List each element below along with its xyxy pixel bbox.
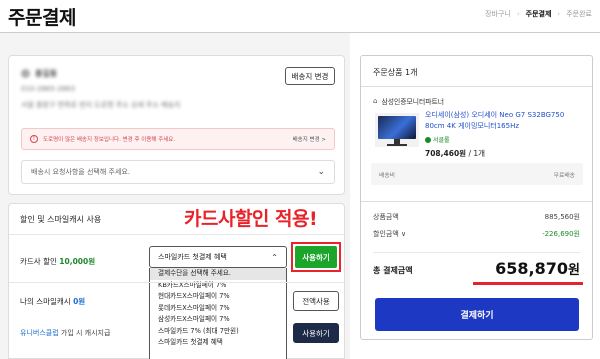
dropdown-option[interactable]: 현대카드X스마일페이 7% [150,291,286,303]
breadcrumb-separator: › [516,10,520,18]
apply-card-discount-button[interactable]: 사용하기 [295,246,337,268]
breadcrumb-separator: › [557,10,561,18]
dropdown-option[interactable]: 삼성카드X스마일페이 7% [150,314,286,326]
check-badge-icon [425,136,431,143]
breadcrumb: 장바구니 › 주문결제 › 주문완료 [485,9,592,19]
pay-button[interactable]: 결제하기 [375,298,579,331]
chevron-up-icon: ⌃ [271,252,278,262]
product-total-value: 885,560원 [544,213,580,221]
product-price: 708,460원 / 1개 [425,149,486,158]
product-quantity: / 1개 [468,149,486,158]
store-icon: ⌂ [373,97,378,105]
smile-cash-amount: 0원 [73,297,86,306]
universe-club-text: 유니버스클럽 가입 시 캐시지급 [20,329,111,337]
summary-divider [361,86,592,87]
recipient-badge-icon [21,69,30,78]
discount-total-value: -226,690원 [542,230,580,238]
discount-total-label: 할인금액 ∨ [373,230,407,238]
cash-divider [9,282,344,283]
breadcrumb-complete: 주문완료 [566,10,592,18]
order-summary-panel: 주문상품 1개 ⌂ 삼성인증모니터파트너 오디세이(삼성) 오디세이 Neo G… [360,55,593,340]
use-cash-button[interactable]: 사용하기 [293,323,339,343]
card-select-value: 스마일카드 첫결제 혜택 [158,253,227,261]
notice-text: 도로명이 많은 배송지 정보입니다. 변경 후 이용해 주세요. [43,137,176,143]
chevron-down-icon: ⌄ [317,167,325,177]
dropdown-option[interactable]: 스마일카드 7% (최대 7만원) [150,326,286,338]
totals-divider [361,201,592,202]
card-discount-label: 카드사 할인 10,000원 [20,257,96,266]
dropdown-option[interactable]: 결제수단을 선택해 주세요. [150,268,286,280]
delivery-memo-placeholder: 배송시 요청사항을 선택해 주세요. [31,168,131,176]
delivery-memo-select[interactable]: 배송시 요청사항을 선택해 주세요. ⌄ [21,160,335,184]
shipping-address-card: 홍길동 010-2865-2863 서울 중랑구 면목로 번지 도로명 주소 상… [8,55,345,195]
change-address-button[interactable]: 배송지 변경 [285,67,335,85]
product-thumbnail[interactable] [375,113,419,147]
card-discount-amount: 10,000원 [59,257,96,266]
apply-highlight-box: 사용하기 [291,242,341,272]
discount-divider [9,234,344,235]
total-highlight-underline [473,282,583,285]
breadcrumb-checkout: 주문결제 [525,10,552,18]
grand-total-label: 총 결제금액 [373,266,413,275]
product-badge: 서클롤 [425,135,450,144]
shipping-fee-value: 무료배송 [553,172,575,179]
order-items-header: 주문상품 1개 [373,68,418,77]
discount-card: 할인 및 스마일캐시 사용 카드사할인 적용! 카드사 할인 10,000원 스… [8,203,345,359]
grand-total-value: 658,870원 [495,259,580,278]
warning-icon: ! [30,135,38,143]
discount-total-row[interactable]: 할인금액 ∨ -226,690원 [373,229,580,239]
monitor-base-image [387,144,407,146]
breadcrumb-cart[interactable]: 장바구니 [485,9,511,19]
shipping-fee-row: 배송비 무료배송 [371,163,583,185]
recipient-phone: 010-2865-2863 [21,85,76,93]
product-name-link[interactable]: 오디세이(삼성) 오디세이 Neo G7 S32BG750 80cm 4K 게이… [425,110,585,131]
page-title: 주문결제 [8,7,76,29]
product-total-row: 상품금액 885,560원 [373,213,580,221]
recipient-name: 홍길동 [21,68,57,79]
use-all-cash-button[interactable]: 전액사용 [293,291,339,311]
seller-name: ⌂ 삼성인증모니터파트너 [373,97,444,106]
address-notice: ! 도로명이 많은 배송지 정보입니다. 변경 후 이용해 주세요. 배송지 변… [21,128,335,150]
card-discount-select[interactable]: 스마일카드 첫결제 혜택 ⌃ [149,246,287,268]
dropdown-option[interactable]: 스마일카드 첫결제 혜택 [150,337,286,349]
notice-change-link[interactable]: 배송지 변경 > [293,135,326,143]
dropdown-option[interactable]: 롯데카드X스마일페이 7% [150,303,286,315]
promo-annotation: 카드사할인 적용! [184,208,318,230]
monitor-screen-image [378,116,416,139]
shipping-fee-label: 배송비 [379,172,395,179]
discount-section-title: 할인 및 스마일캐시 사용 [20,215,102,224]
recipient-address: 서울 중랑구 면목로 번지 도로명 주소 상세 주소 배송지 [21,101,181,109]
smile-cash-label: 나의 스마일캐시 0원 [20,297,86,306]
final-divider [373,252,580,253]
universe-club-link[interactable]: 유니버스클럽 [20,329,59,337]
